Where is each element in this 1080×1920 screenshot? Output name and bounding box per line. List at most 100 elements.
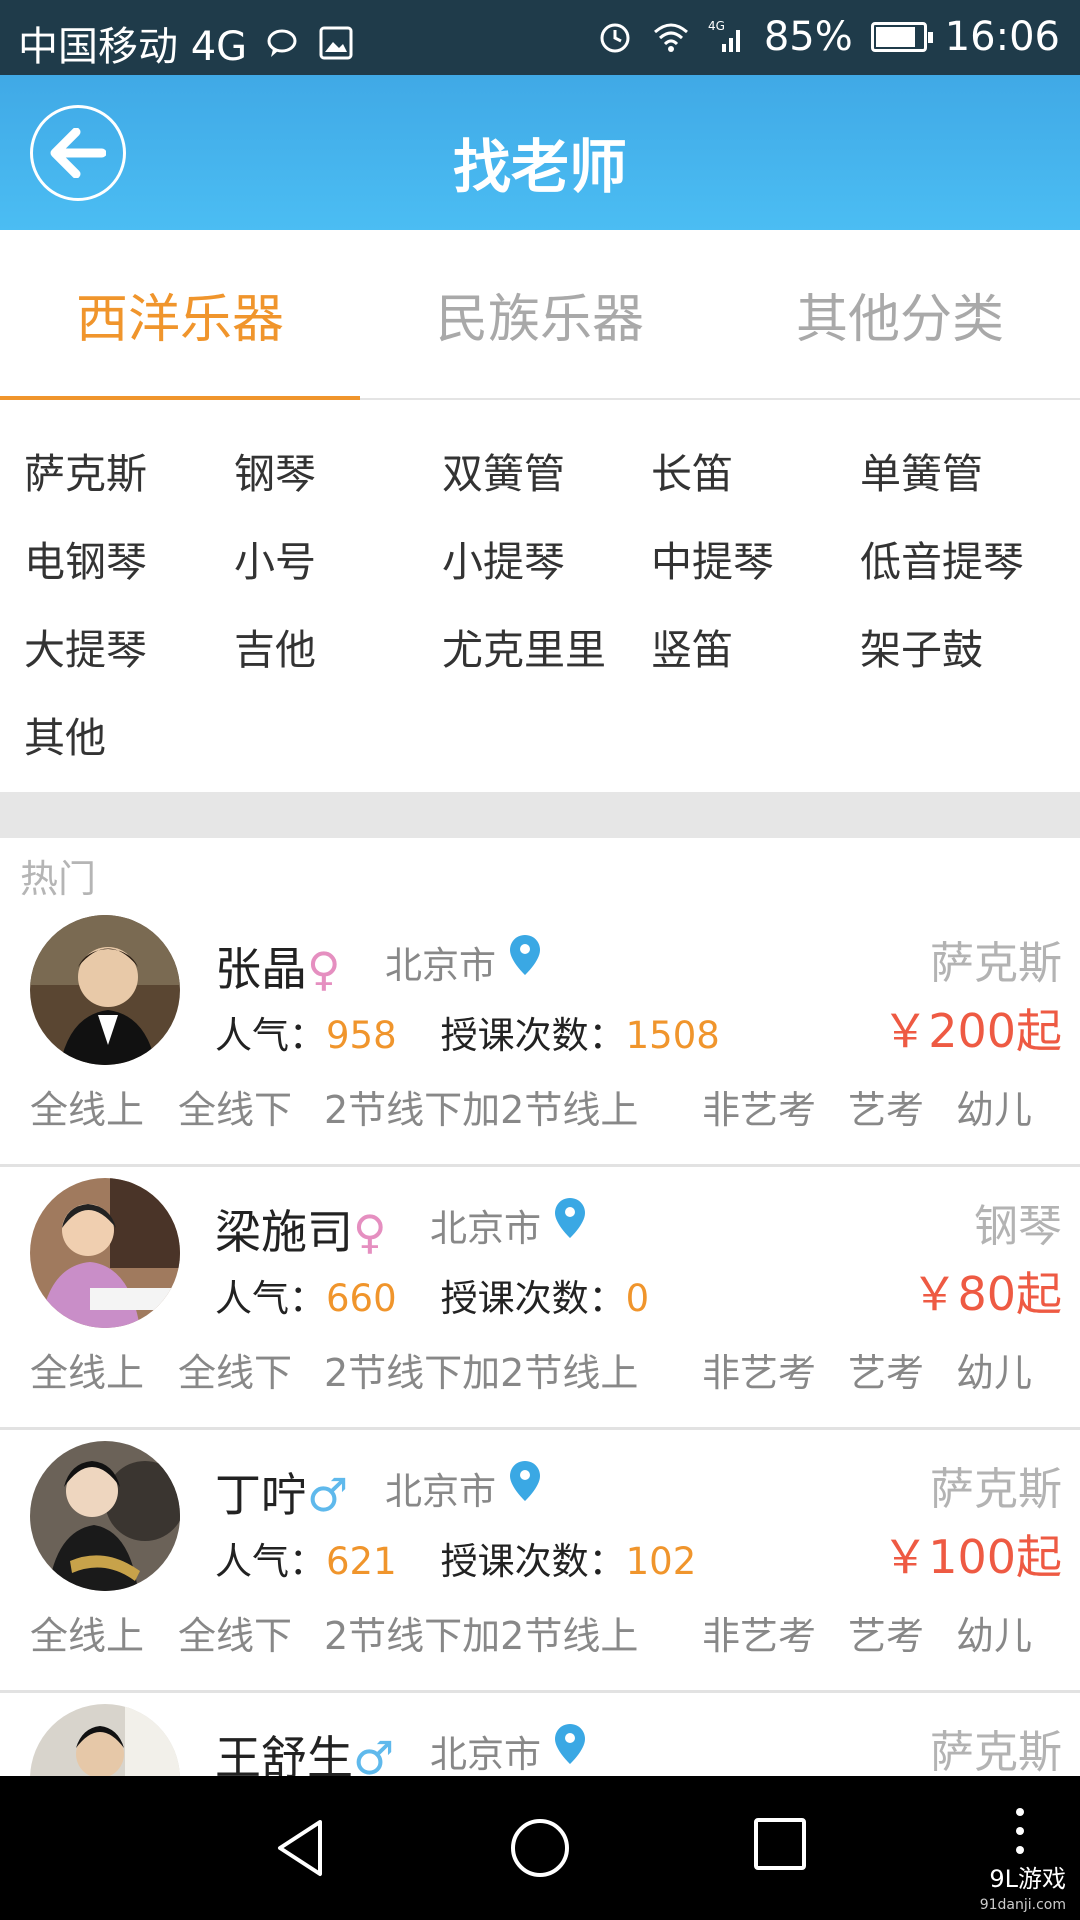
teacher-name: 王舒生♂ (215, 1722, 394, 1776)
tag: 全线下 (178, 1351, 293, 1395)
carrier-label: 中国移动 4G (18, 24, 248, 70)
female-icon: ♀ (307, 942, 341, 996)
tab-folk-instruments[interactable]: 民族乐器 (360, 230, 720, 398)
triangle-back-icon[interactable] (272, 1816, 332, 1880)
system-nav-bar (0, 1776, 1080, 1920)
clock: 16:06 (944, 14, 1060, 60)
avatar (30, 1441, 180, 1591)
teacher-card[interactable]: 丁咛♂ 北京市 人气：621 授课次数：102 萨克斯 ￥100起 全线上 全线下… (0, 1431, 1080, 1693)
category-item[interactable]: 中提琴 (651, 528, 774, 588)
tab-label: 民族乐器 (435, 289, 644, 350)
teacher-stats: 人气：958 授课次数：1508 (215, 1005, 720, 1059)
tab-western-instruments[interactable]: 西洋乐器 (0, 230, 360, 398)
category-item[interactable]: 尤克里里 (442, 616, 606, 676)
image-icon (319, 26, 353, 60)
teacher-price: ￥80起 (911, 1267, 1062, 1321)
lessons-value: 102 (625, 1540, 697, 1583)
section-divider (0, 792, 1080, 838)
lessons-label: 授课次数： (440, 1540, 626, 1583)
city-text: 北京市 (430, 1733, 541, 1776)
tab-label: 西洋乐器 (75, 289, 284, 350)
tab-label: 其他分类 (795, 289, 1004, 350)
category-item[interactable]: 竖笛 (651, 616, 733, 676)
tag: 非艺考 (702, 1614, 817, 1658)
avatar (30, 1178, 180, 1328)
status-bar: 中国移动 4G 4G 85% 16:06 (0, 0, 1080, 75)
location-pin-icon (510, 935, 540, 975)
teacher-name: 张晶♀ (215, 933, 341, 999)
tag: 非艺考 (702, 1088, 817, 1132)
category-item[interactable]: 低音提琴 (860, 528, 1024, 588)
category-tabs: 西洋乐器 民族乐器 其他分类 (0, 230, 1080, 400)
tag: 2节线下加2节线上 (324, 1351, 639, 1395)
teacher-name-text: 王舒生 (215, 1731, 353, 1776)
teacher-name-text: 张晶 (215, 942, 307, 996)
popularity-label: 人气： (215, 1540, 326, 1583)
location-pin-icon (510, 1461, 540, 1501)
category-item[interactable]: 小号 (234, 528, 316, 588)
category-item[interactable]: 大提琴 (24, 616, 147, 676)
tag: 2节线下加2节线上 (324, 1088, 639, 1132)
chat-icon (267, 29, 297, 57)
category-item[interactable]: 小提琴 (442, 528, 565, 588)
category-item[interactable]: 钢琴 (234, 440, 316, 500)
active-tab-indicator (0, 396, 360, 400)
teacher-subject: 萨克斯 (930, 1727, 1062, 1776)
category-item[interactable]: 其他 (24, 704, 106, 764)
category-item[interactable]: 电钢琴 (24, 528, 147, 588)
tab-other-categories[interactable]: 其他分类 (720, 230, 1080, 398)
circle-home-icon[interactable] (508, 1816, 572, 1880)
tag: 艺考 (848, 1088, 925, 1132)
teacher-city: 北京市 (430, 1198, 585, 1252)
page-title: 找老师 (452, 133, 627, 201)
app-header: 找老师 (0, 75, 1080, 230)
tag: 全线上 (30, 1351, 145, 1395)
battery-icon (870, 22, 933, 52)
popularity-value: 958 (326, 1014, 397, 1057)
category-item[interactable]: 单簧管 (860, 440, 983, 500)
teacher-subject: 钢琴 (974, 1201, 1062, 1252)
category-item[interactable]: 吉他 (234, 616, 316, 676)
lessons-value: 1508 (625, 1014, 720, 1057)
teacher-city: 北京市 (385, 1461, 540, 1515)
section-label-hot: 热门 (20, 857, 97, 901)
watermark-url: 91danji.com (979, 1897, 1066, 1913)
tag: 幼儿 (956, 1351, 1033, 1395)
vertical-dots-icon[interactable] (1012, 1806, 1028, 1856)
tag: 幼儿 (956, 1614, 1033, 1658)
teacher-price: ￥100起 (882, 1530, 1062, 1584)
lessons-label: 授课次数： (440, 1014, 626, 1057)
lessons-value: 0 (625, 1277, 650, 1320)
signal-icon: 4G (708, 19, 740, 52)
teacher-price: ￥200起 (882, 1004, 1062, 1058)
teacher-card[interactable]: 梁施司♀ 北京市 人气：660 授课次数：0 钢琴 ￥80起 全线上 全线下 2节… (0, 1168, 1080, 1430)
teacher-subject: 萨克斯 (930, 1464, 1062, 1515)
male-icon: ♂ (307, 1468, 349, 1522)
teacher-name: 丁咛♂ (215, 1459, 348, 1525)
popularity-label: 人气： (215, 1277, 326, 1320)
teacher-card[interactable]: 王舒生♂ 北京市 萨克斯 (0, 1694, 1080, 1776)
tag: 艺考 (848, 1614, 925, 1658)
popularity-value: 621 (326, 1540, 397, 1583)
category-item[interactable]: 架子鼓 (860, 616, 983, 676)
tag: 全线下 (178, 1088, 293, 1132)
tag: 全线上 (30, 1614, 145, 1658)
category-item[interactable]: 萨克斯 (24, 440, 147, 500)
location-pin-icon (555, 1724, 585, 1764)
city-text: 北京市 (430, 1207, 541, 1250)
wifi-icon (653, 23, 688, 52)
tag: 幼儿 (956, 1088, 1033, 1132)
category-item[interactable]: 长笛 (651, 440, 733, 500)
tag: 非艺考 (702, 1351, 817, 1395)
teacher-stats: 人气：621 授课次数：102 (215, 1531, 696, 1585)
lessons-label: 授课次数： (440, 1277, 626, 1320)
battery-fill (875, 27, 915, 47)
male-icon: ♂ (353, 1731, 395, 1776)
category-item[interactable]: 双簧管 (442, 440, 565, 500)
city-text: 北京市 (385, 944, 496, 987)
avatar (30, 915, 180, 1065)
watermark: 9L游戏 91danji.com (980, 1866, 1066, 1918)
teacher-card[interactable]: 张晶♀ 北京市 人气：958 授课次数：1508 萨克斯 ￥200起 全线上 全线… (0, 905, 1080, 1167)
square-recents-icon[interactable] (752, 1816, 808, 1872)
tag: 艺考 (848, 1351, 925, 1395)
